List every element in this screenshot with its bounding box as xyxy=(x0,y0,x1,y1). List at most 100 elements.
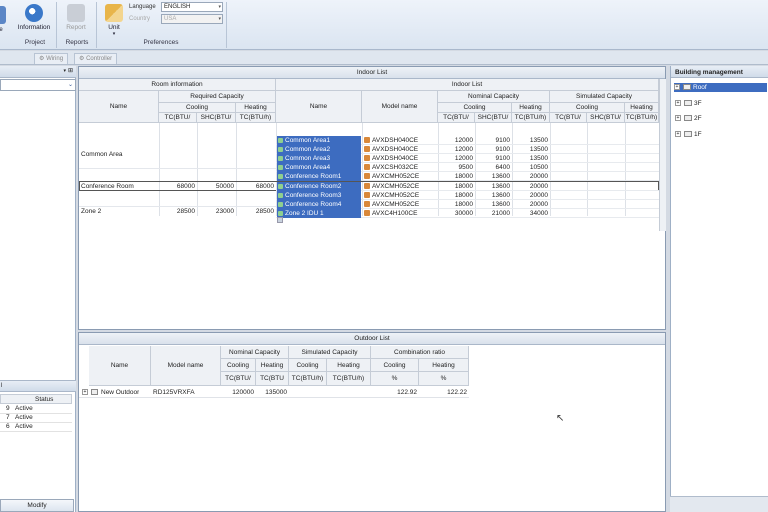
nominal-tc: 18000 xyxy=(454,200,473,208)
room-name[interactable]: Common Area xyxy=(81,150,123,159)
nominal-shc: 13600 xyxy=(491,182,510,190)
outdoor-nom-tc: TC(BTU/ xyxy=(221,372,256,386)
outdoor-nom-heat-tc: TC(BTU xyxy=(256,372,289,386)
ratio-heating: Heating xyxy=(419,359,469,372)
room-name[interactable]: Zone 2 xyxy=(81,207,101,216)
status-column-header[interactable]: Status xyxy=(0,394,72,404)
list-item[interactable]: 7 Active xyxy=(0,414,72,423)
sim-tc-header: TC(BTU/ xyxy=(550,113,587,123)
information-button[interactable]: Information xyxy=(16,2,52,31)
req-heat-tc-header: TC(BTU/h) xyxy=(236,113,276,123)
expand-icon[interactable]: + xyxy=(82,389,88,395)
group-project: Project xyxy=(24,39,46,46)
pin-icon[interactable]: ⊞ xyxy=(68,67,73,74)
req-cooling-header: Cooling xyxy=(159,103,236,113)
nominal-heat: 20000 xyxy=(529,200,548,208)
table-row[interactable]: Zone 2 IDU 1 AVXC4H100CE 30000 21000 34000 xyxy=(276,208,659,218)
table-row[interactable]: Conference Room3 AVXCMH052CE 18000 13600 200… xyxy=(276,190,659,200)
indoor-model-name: AVXCMH052CE xyxy=(363,182,437,191)
simulated-capacity-header: Simulated Capacity xyxy=(550,91,659,103)
expand-icon[interactable]: + xyxy=(675,100,681,107)
information-icon xyxy=(25,4,43,22)
outdoor-unit-icon xyxy=(91,389,98,395)
nominal-tc: 18000 xyxy=(454,191,473,199)
nominal-shc: 21000 xyxy=(491,209,510,217)
nominal-heat: 10500 xyxy=(529,164,548,172)
indoor-unit-name: Common Area2 xyxy=(277,145,361,155)
outdoor-sim-heating: Heating xyxy=(327,359,371,372)
req-tc-header: TC(BTU/ xyxy=(159,113,197,123)
nom-cooling-header: Cooling xyxy=(438,103,512,113)
table-row[interactable]: Common Area4 AVXCSH032CE 9500 6400 10500 xyxy=(276,163,659,173)
tree-item-roof[interactable]: + Roof xyxy=(674,83,767,92)
nominal-heat: 13500 xyxy=(529,137,548,144)
expand-icon[interactable] xyxy=(277,217,283,223)
ratio-cooling: Cooling xyxy=(371,359,419,372)
outdoor-sim-tc: TC(BTU/h) xyxy=(289,372,327,386)
outdoor-sim-heat-tc: TC(BTU/h) xyxy=(327,372,371,386)
room-name[interactable]: Conference Room xyxy=(81,182,134,191)
list-item[interactable]: 6 Active xyxy=(0,423,72,432)
partial-ribbon-button[interactable]: e xyxy=(0,4,8,33)
table-row[interactable]: Conference Room4 AVXCMH052CE 18000 13600 200… xyxy=(276,199,659,209)
nominal-shc: 9100 xyxy=(495,155,510,163)
tree-item-2f[interactable]: +2F xyxy=(675,114,702,123)
table-row[interactable]: + New Outdoor RD125VRXFA 120000 135000 1… xyxy=(79,387,469,398)
indoor-model-name: AVXCMH052CE xyxy=(363,200,437,209)
outdoor-name-header[interactable]: Name xyxy=(89,346,151,386)
right-panel-footer xyxy=(670,496,768,512)
report-button[interactable]: Report xyxy=(62,2,90,31)
expand-icon[interactable]: + xyxy=(674,84,680,91)
tree-item-1f[interactable]: +1F xyxy=(675,130,702,139)
nominal-capacity-header: Nominal Capacity xyxy=(438,91,550,103)
nom-tc-header: TC(BTU/ xyxy=(438,113,475,123)
req-shc-header: SHC(BTU/ xyxy=(197,113,236,123)
sim-cooling-header: Cooling xyxy=(550,103,625,113)
indoor-name-header[interactable]: Name xyxy=(276,91,362,123)
sim-heat-tc-header: TC(BTU/h) xyxy=(625,113,659,123)
modify-button[interactable]: Modify xyxy=(0,499,74,512)
nominal-tc: 30000 xyxy=(454,209,473,217)
outdoor-model-header[interactable]: Model name xyxy=(151,346,221,386)
indoor-unit-name: Common Area1 xyxy=(277,136,361,145)
room-req-tc[interactable]: 68000 xyxy=(159,182,195,191)
building-panel-title: Building management xyxy=(671,66,768,78)
table-row[interactable]: Common Area1 AVXDSH040CE 12000 9100 13500 xyxy=(276,136,659,145)
chevron-down-icon[interactable]: ▾ xyxy=(63,68,66,74)
nominal-heat: 20000 xyxy=(529,182,548,190)
combination-ratio-header: Combination ratio xyxy=(371,346,469,359)
table-row[interactable]: Conference Room2 AVXCMH052CE 18000 13600 200… xyxy=(276,181,659,191)
left-panel: ▾ ⊞ ⌄ l Status 9 Active 7 Active 6 Active M… xyxy=(0,66,76,512)
room-req-tc[interactable]: 28500 xyxy=(159,207,195,216)
sim-heating-header: Heating xyxy=(625,103,659,113)
floor-icon xyxy=(683,84,691,91)
tab-controller[interactable]: ⚙ Controller xyxy=(74,53,118,64)
room-req-heat[interactable]: 68000 xyxy=(236,182,274,191)
room-req-shc[interactable]: 50000 xyxy=(197,182,234,191)
nominal-heat: 13500 xyxy=(529,146,548,154)
room-req-heat[interactable]: 28500 xyxy=(236,207,274,216)
tab-wiring[interactable]: ⚙ Wiring xyxy=(34,53,69,64)
expand-icon[interactable]: + xyxy=(675,115,681,122)
chevron-down-icon: ▾ xyxy=(218,4,221,10)
list-item[interactable]: 9 Active xyxy=(0,405,72,414)
language-select[interactable]: ENGLISH ▾ xyxy=(161,2,223,12)
tree-item-3f[interactable]: +3F xyxy=(675,99,702,108)
room-req-shc[interactable]: 23000 xyxy=(197,207,234,216)
model-name-header[interactable]: Model name xyxy=(362,91,438,123)
group-preferences: Preferences xyxy=(143,39,179,46)
indoor-list-panel: Indoor List Room information Indoor List… xyxy=(78,66,666,330)
expand-icon[interactable]: + xyxy=(675,131,681,138)
indoor-panel-title: Indoor List xyxy=(79,67,665,79)
vertical-scrollbar[interactable] xyxy=(659,79,666,231)
nominal-heat: 20000 xyxy=(529,173,548,181)
nominal-shc: 6400 xyxy=(495,164,510,172)
unit-button[interactable]: Unit ▾ xyxy=(103,2,125,37)
table-row[interactable]: Common Area2 AVXDSH040CE 12000 9100 13500 xyxy=(276,145,659,155)
nominal-shc: 13600 xyxy=(491,173,510,181)
room-name-header[interactable]: Name xyxy=(79,91,159,123)
table-row[interactable]: Conference Room1 AVXCMH052CE 18000 13600 200… xyxy=(276,172,659,182)
left-panel-select[interactable]: ⌄ xyxy=(0,79,76,91)
table-row[interactable]: Common Area3 AVXDSH040CE 12000 9100 13500 xyxy=(276,154,659,164)
country-label: Country xyxy=(129,16,151,22)
